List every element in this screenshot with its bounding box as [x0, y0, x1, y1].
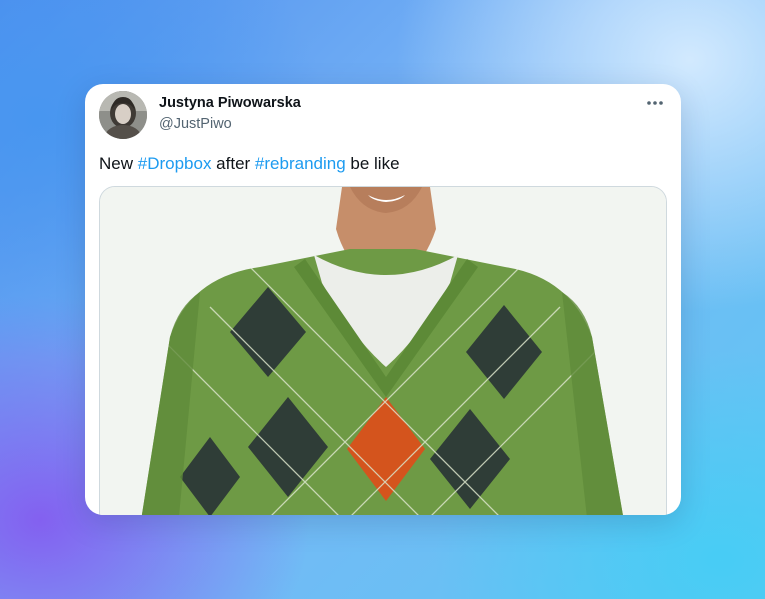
hashtag-dropbox[interactable]: #Dropbox — [138, 154, 212, 173]
more-horizontal-icon[interactable] — [645, 96, 665, 110]
author-handle[interactable]: @JustPiwo — [159, 116, 232, 132]
tweet-card[interactable]: Justyna Piwowarska @JustPiwo New #Dropbo… — [85, 84, 681, 515]
tweet-text: New #Dropbox after #rebranding be like — [99, 154, 400, 174]
argyle-sweater-photo — [100, 187, 666, 515]
author-name[interactable]: Justyna Piwowarska — [159, 95, 301, 111]
tweet-text-before: New — [99, 154, 138, 173]
tweet-text-after: be like — [345, 154, 400, 173]
hashtag-rebranding[interactable]: #rebranding — [255, 154, 346, 173]
tweet-text-middle: after — [211, 154, 255, 173]
tweet-media[interactable] — [99, 186, 667, 515]
avatar[interactable] — [99, 91, 147, 139]
avatar-photo — [99, 91, 147, 139]
